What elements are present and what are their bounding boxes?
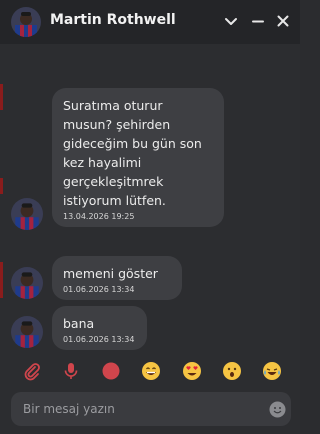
grinning-emoji[interactable] (140, 360, 162, 382)
message-bubble[interactable]: bana 01.06.2026 13:34 (52, 306, 147, 350)
left-edge-accent (0, 262, 3, 298)
left-edge-accent (0, 178, 3, 194)
emoji-picker-icon[interactable] (269, 401, 286, 418)
composer-toolbar (0, 354, 300, 388)
avatar[interactable] (11, 267, 43, 299)
contact-name[interactable]: Martin Rothwell (50, 12, 176, 28)
message-input[interactable] (23, 392, 263, 426)
left-edge-accent (0, 84, 3, 110)
avatar[interactable] (11, 316, 43, 348)
chat-header: Martin Rothwell (0, 0, 300, 44)
heart-eyes-emoji[interactable] (181, 360, 203, 382)
minimize-icon[interactable] (249, 12, 267, 30)
message-text: memeni göster (63, 266, 158, 281)
message-timestamp: 13.04.2026 19:25 (63, 212, 135, 221)
message-text: Suratıma oturur musun? şehirden gideceği… (63, 98, 202, 208)
avatar[interactable] (11, 198, 43, 230)
message-timestamp: 01.06.2026 13:34 (63, 285, 135, 294)
microphone-icon[interactable] (60, 360, 82, 382)
chat-window: Martin Rothwell Suratıma oturur musun? ş… (0, 0, 300, 434)
message-text: bana (63, 316, 95, 331)
message-bubble[interactable]: Suratıma oturur musun? şehirden gideceği… (52, 88, 224, 227)
paperclip-icon[interactable] (21, 360, 43, 382)
message-timestamp: 01.06.2026 13:34 (63, 335, 135, 344)
chevron-down-icon[interactable] (222, 12, 240, 30)
message-composer (11, 392, 291, 426)
surprised-emoji[interactable] (221, 360, 243, 382)
close-icon[interactable] (274, 12, 292, 30)
avatar[interactable] (11, 7, 41, 37)
crying-laughing-emoji[interactable] (261, 360, 283, 382)
message-bubble[interactable]: memeni göster 01.06.2026 13:34 (52, 256, 182, 300)
record-dot-icon[interactable] (100, 360, 122, 382)
